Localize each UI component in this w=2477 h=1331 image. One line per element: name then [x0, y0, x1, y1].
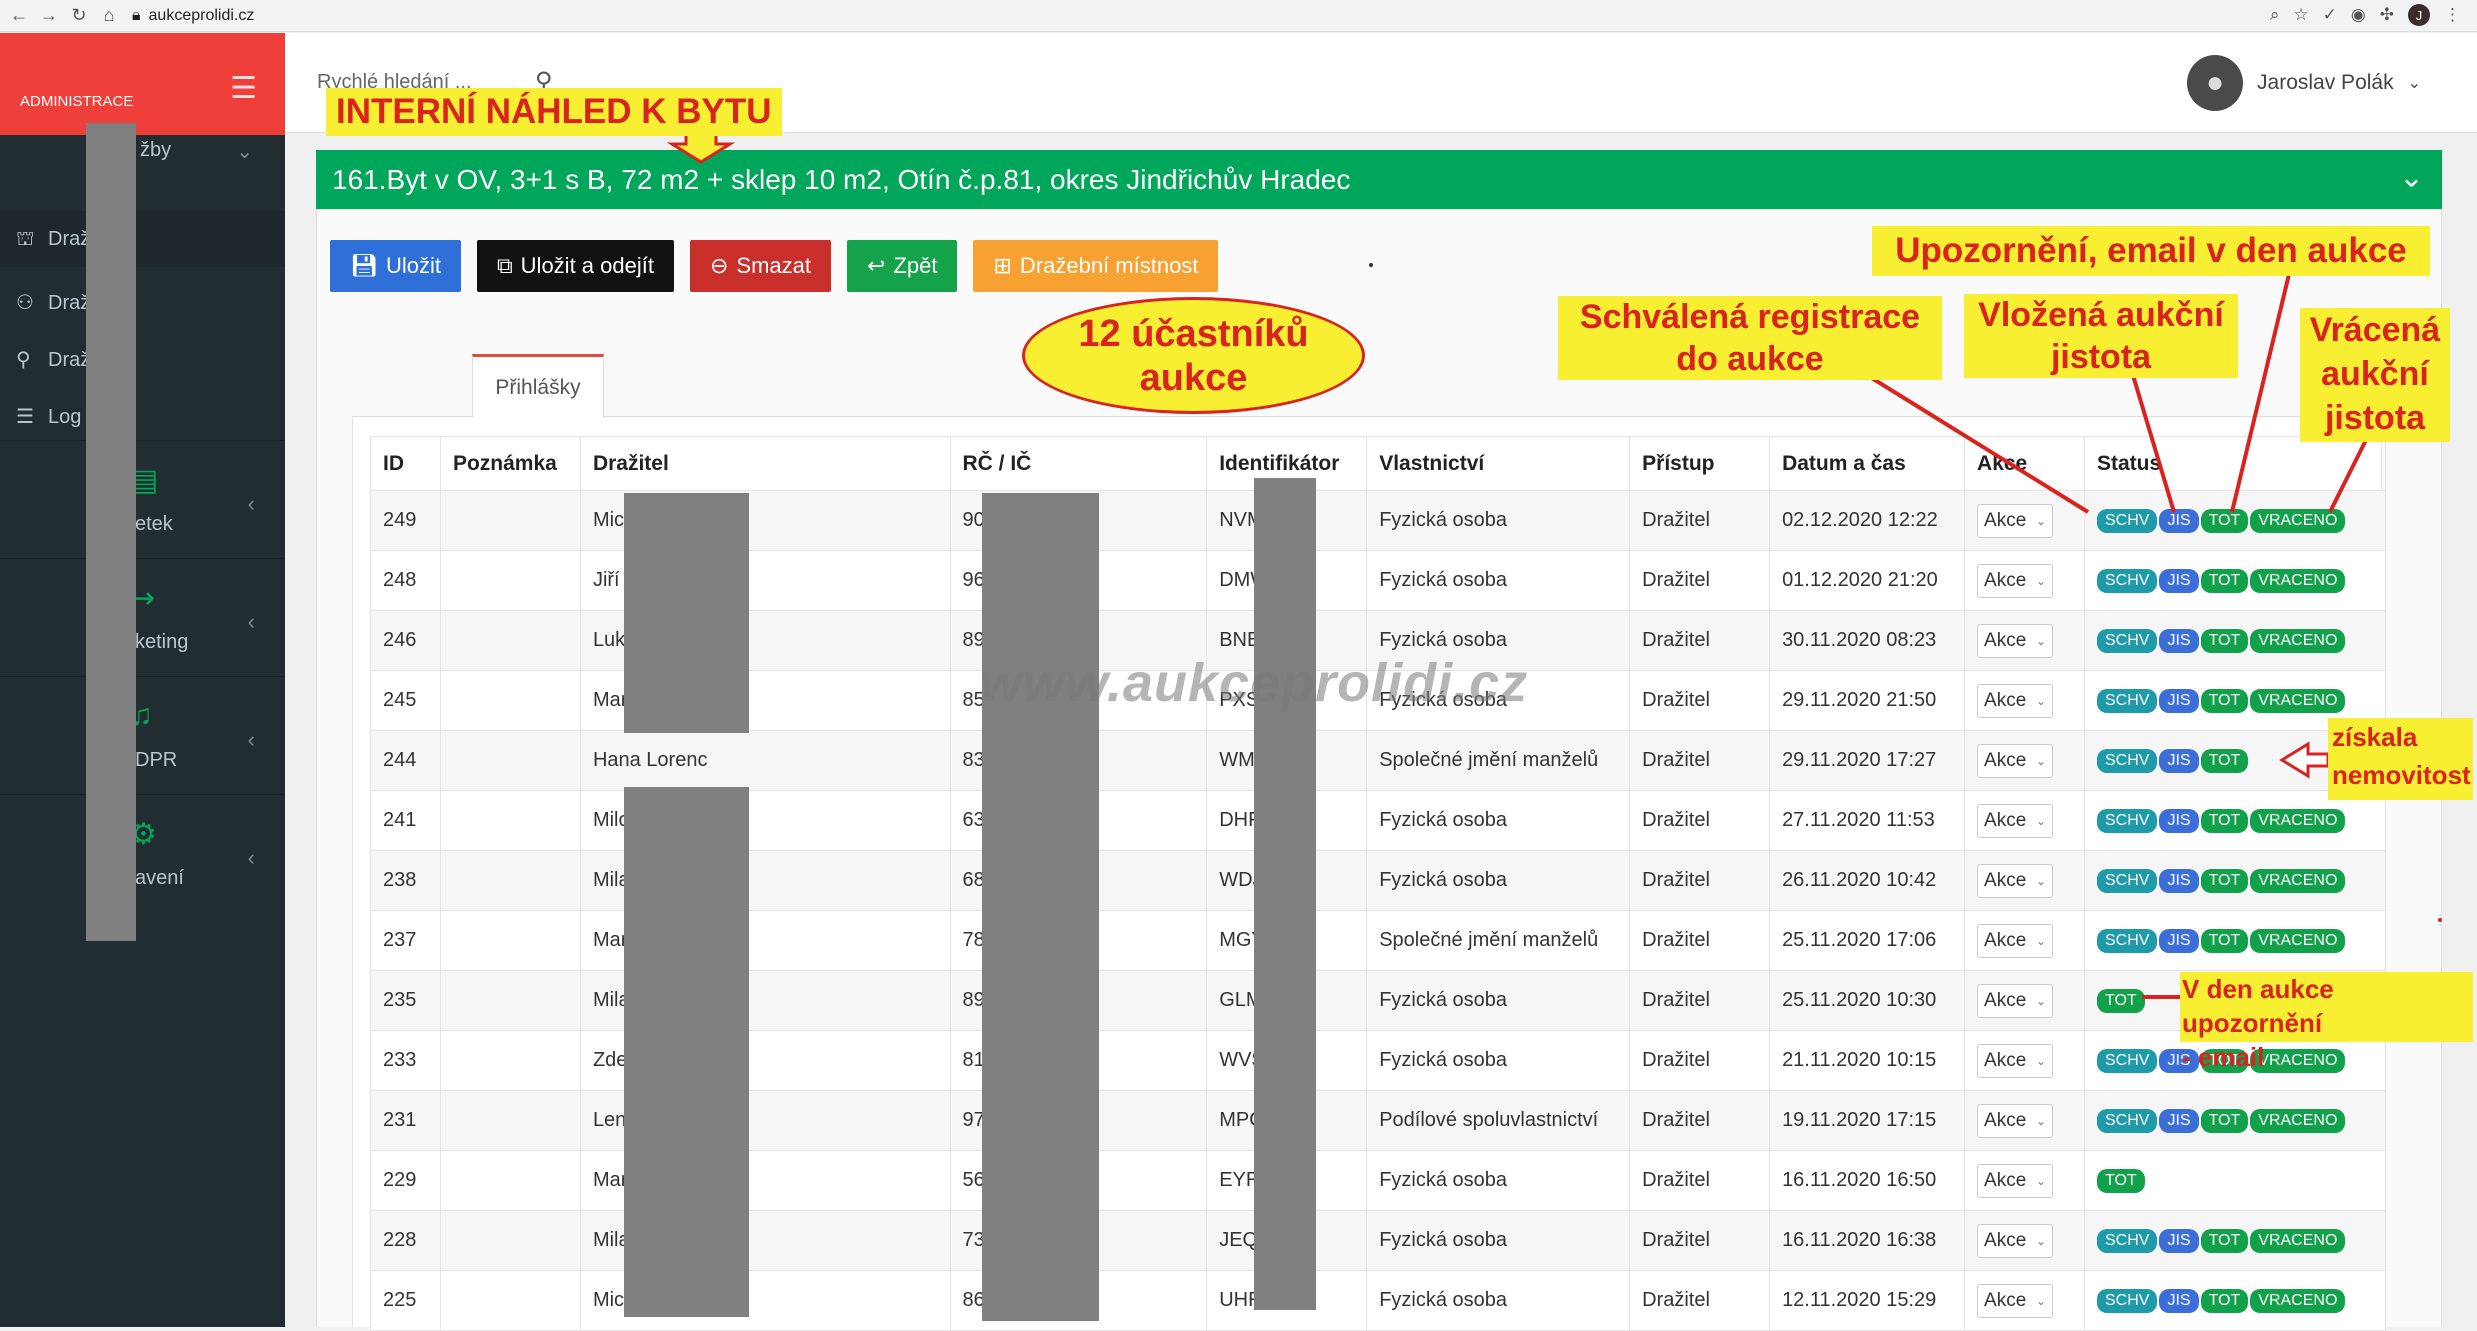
annotation-preview: INTERNÍ NÁHLED K BYTU: [326, 88, 782, 136]
annotation-returned: Vrácená aukční jistota: [2300, 308, 2450, 442]
annotation-won: získala nemovitost: [2328, 718, 2473, 800]
annotation-approved: Schválená registrace do aukce: [1558, 296, 1942, 380]
annotation-participants: 12 účastníků aukce: [1022, 297, 1365, 414]
annotation-arrows: [666, 128, 2442, 999]
annotation-deposit: Vložená aukční jistota: [1964, 294, 2238, 378]
annotation-day-notice: V den aukce upozornění - email: [2180, 972, 2473, 1072]
annotation-notice-email: Upozornění, email v den aukce: [1872, 226, 2430, 276]
